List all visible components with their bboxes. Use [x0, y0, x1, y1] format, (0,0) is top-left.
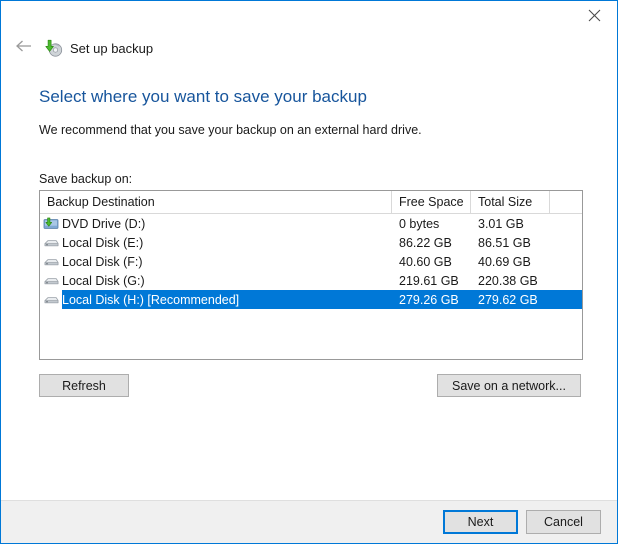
page-content: Select where you want to save your backu… — [1, 69, 617, 501]
cell-destination: Local Disk (H:) [Recommended] — [62, 293, 392, 307]
hard-disk-icon — [40, 292, 62, 308]
page-subheading: We recommend that you save your backup o… — [39, 123, 422, 137]
backup-disc-icon — [43, 38, 63, 58]
column-header-spacer[interactable] — [550, 191, 582, 213]
footer-button-group: Next Cancel — [443, 510, 601, 534]
row-content: Local Disk (H:) [Recommended]279.26 GB27… — [62, 290, 582, 309]
refresh-button[interactable]: Refresh — [39, 374, 129, 397]
table-row[interactable]: Local Disk (H:) [Recommended]279.26 GB27… — [40, 290, 582, 309]
back-button[interactable] — [11, 36, 37, 60]
list-header-row: Backup Destination Free Space Total Size — [40, 191, 582, 214]
dialog-footer: Next Cancel — [1, 500, 617, 543]
title-bar — [1, 1, 617, 31]
close-button[interactable] — [571, 1, 617, 30]
column-header-total-size[interactable]: Total Size — [471, 191, 550, 213]
list-body: DVD Drive (D:)0 bytes3.01 GBLocal Disk (… — [40, 214, 582, 309]
save-on-network-button[interactable]: Save on a network... — [437, 374, 581, 397]
row-content: DVD Drive (D:)0 bytes3.01 GB — [62, 214, 582, 233]
page-heading: Select where you want to save your backu… — [39, 87, 367, 107]
cell-free-space: 0 bytes — [392, 217, 471, 231]
save-backup-on-label: Save backup on: — [39, 172, 132, 186]
dvd-drive-icon — [40, 216, 62, 232]
table-row[interactable]: Local Disk (E:)86.22 GB86.51 GB — [40, 233, 582, 252]
table-row[interactable]: DVD Drive (D:)0 bytes3.01 GB — [40, 214, 582, 233]
back-arrow-icon — [15, 39, 33, 58]
cell-destination: Local Disk (G:) — [62, 274, 392, 288]
cell-total-size: 40.69 GB — [471, 255, 550, 269]
row-content: Local Disk (G:)219.61 GB220.38 GB — [62, 271, 582, 290]
cell-free-space: 40.60 GB — [392, 255, 471, 269]
cell-destination: DVD Drive (D:) — [62, 217, 392, 231]
cell-free-space: 86.22 GB — [392, 236, 471, 250]
next-button[interactable]: Next — [443, 510, 518, 534]
table-row[interactable]: Local Disk (F:)40.60 GB40.69 GB — [40, 252, 582, 271]
app-title: Set up backup — [70, 41, 153, 56]
cell-destination: Local Disk (F:) — [62, 255, 392, 269]
table-row[interactable]: Local Disk (G:)219.61 GB220.38 GB — [40, 271, 582, 290]
column-header-free-space[interactable]: Free Space — [392, 191, 471, 213]
navigation-row: Set up backup — [11, 36, 153, 60]
setup-backup-dialog: Set up backup Select where you want to s… — [0, 0, 618, 544]
row-content: Local Disk (F:)40.60 GB40.69 GB — [62, 252, 582, 271]
cell-free-space: 279.26 GB — [392, 293, 471, 307]
cell-total-size: 86.51 GB — [471, 236, 550, 250]
hard-disk-icon — [40, 273, 62, 289]
cell-destination: Local Disk (E:) — [62, 236, 392, 250]
close-icon — [588, 9, 601, 22]
cell-total-size: 279.62 GB — [471, 293, 550, 307]
column-header-destination[interactable]: Backup Destination — [40, 191, 392, 213]
cancel-button[interactable]: Cancel — [526, 510, 601, 534]
row-content: Local Disk (E:)86.22 GB86.51 GB — [62, 233, 582, 252]
backup-destination-list[interactable]: Backup Destination Free Space Total Size… — [39, 190, 583, 360]
cell-free-space: 219.61 GB — [392, 274, 471, 288]
hard-disk-icon — [40, 254, 62, 270]
hard-disk-icon — [40, 235, 62, 251]
cell-total-size: 220.38 GB — [471, 274, 550, 288]
cell-total-size: 3.01 GB — [471, 217, 550, 231]
